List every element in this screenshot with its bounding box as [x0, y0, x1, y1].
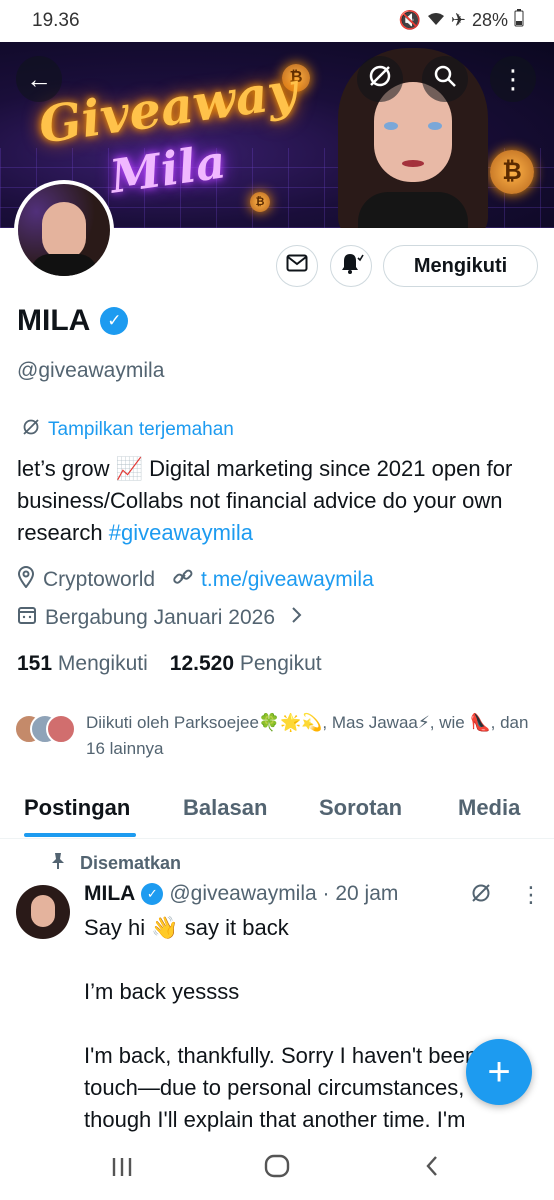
search-button[interactable]	[422, 56, 468, 102]
following-count: 151	[17, 652, 53, 675]
tab-postingan[interactable]: Postingan	[24, 795, 130, 821]
envelope-icon	[286, 254, 308, 278]
bio-text: let’s grow 📈 Digital marketing since 202…	[17, 456, 513, 545]
followers-count: 12.520	[169, 652, 235, 675]
bitcoin-coin-icon: ₿	[250, 192, 270, 212]
post-header: MILA ✓ @giveawaymila · 20 jam	[84, 882, 398, 906]
message-button[interactable]	[276, 245, 318, 287]
post-more-button[interactable]: ⋮	[520, 882, 542, 908]
profile-tabs: Postingan Balasan Sorotan Media	[0, 785, 554, 839]
chevron-right-icon	[291, 606, 303, 630]
banner-title-giveaway: Giveaway	[35, 60, 301, 155]
joined-row[interactable]: Bergabung Januari 2026	[17, 605, 303, 631]
search-icon	[433, 64, 457, 95]
profile-joined: Bergabung Januari 2026	[45, 606, 276, 629]
home-icon	[264, 1154, 290, 1178]
followed-by-row[interactable]: Diikuti oleh Parksoejee🍀🌟💫, Mas Jawaa⚡, …	[14, 710, 544, 762]
system-nav-bar	[0, 1140, 554, 1200]
more-vertical-icon: ⋮	[500, 63, 526, 94]
translate-bio-link[interactable]: Tampilkan terjemahan	[22, 418, 234, 441]
calendar-icon	[17, 605, 37, 631]
pin-icon	[50, 852, 66, 875]
profile-bio: let’s grow 📈 Digital marketing since 202…	[17, 453, 537, 549]
recent-apps-icon	[112, 1158, 132, 1176]
profile-meta-row: Cryptoworld t.me/giveawaymila	[17, 566, 374, 594]
back-nav-button[interactable]	[424, 1154, 440, 1185]
mute-icon: 🔇	[398, 10, 421, 30]
plus-icon: +	[487, 1049, 511, 1094]
battery-percent: 28%	[471, 10, 508, 30]
following-button[interactable]: Mengikuti	[383, 245, 538, 287]
active-tab-indicator	[24, 833, 136, 837]
back-button[interactable]: ←	[16, 56, 62, 102]
back-arrow-icon: ←	[26, 63, 52, 94]
verified-badge-icon: ✓	[141, 883, 164, 905]
profile-handle: @giveawaymila	[17, 359, 165, 382]
profile-location: Cryptoworld	[43, 568, 156, 591]
tab-media[interactable]: Media	[458, 795, 520, 821]
wifi-icon	[427, 10, 445, 31]
profile-avatar[interactable]	[14, 180, 114, 280]
post-text: Say hi 👋 say it back I’m back yessss I'm…	[84, 912, 524, 1168]
pinned-label: Disematkan	[80, 853, 182, 873]
post-handle-time: @giveawaymila · 20 jam	[169, 882, 399, 905]
location-icon	[17, 566, 35, 594]
translate-label: Tampilkan terjemahan	[48, 418, 234, 440]
notification-button[interactable]	[330, 245, 372, 287]
compose-post-button[interactable]: +	[466, 1039, 532, 1105]
pinned-label-row: Disematkan	[50, 852, 181, 875]
post-author-avatar[interactable]	[16, 885, 70, 939]
following-label: Mengikuti	[57, 652, 148, 675]
status-icons: 🔇 ✈ 28%	[398, 9, 524, 32]
translate-profile-button[interactable]	[357, 56, 403, 102]
translate-icon	[472, 884, 490, 902]
followed-by-text: Diikuti oleh Parksoejee🍀🌟💫, Mas Jawaa⚡, …	[86, 713, 529, 758]
followers-label: Pengikut	[239, 652, 322, 675]
profile-name-row: MILA ✓	[17, 304, 129, 338]
bell-icon	[338, 251, 364, 281]
tab-sorotan[interactable]: Sorotan	[319, 795, 402, 821]
recent-apps-button[interactable]	[110, 1154, 134, 1185]
airplane-icon: ✈	[450, 10, 466, 30]
status-time: 19.36	[32, 10, 80, 31]
profile-name: MILA	[17, 304, 91, 337]
post-line: I’m back yessss	[84, 979, 240, 1004]
bio-hashtag-link[interactable]: #giveawaymila	[109, 520, 253, 545]
chevron-left-icon	[426, 1156, 437, 1176]
followers-stat[interactable]: 12.520 Pengikut	[170, 652, 322, 676]
profile-link[interactable]: t.me/giveawaymila	[201, 568, 374, 592]
more-vertical-icon: ⋮	[520, 882, 542, 907]
status-bar: 19.36 🔇 ✈ 28%	[0, 0, 554, 42]
post-translate-button[interactable]	[470, 882, 492, 910]
followed-by-avatars	[14, 710, 76, 746]
link-icon	[173, 567, 193, 593]
more-button[interactable]: ⋮	[490, 56, 536, 102]
battery-icon	[514, 9, 524, 32]
avatar	[46, 714, 76, 744]
post-line: Say hi 👋 say it back	[84, 915, 289, 940]
translate-icon	[367, 63, 393, 96]
home-button[interactable]	[264, 1154, 290, 1185]
tab-balasan[interactable]: Balasan	[183, 795, 267, 821]
profile-stats: 151 Mengikuti 12.520 Pengikut	[17, 652, 322, 676]
translate-icon	[22, 418, 40, 441]
verified-badge-icon[interactable]: ✓	[100, 307, 129, 335]
following-stat[interactable]: 151 Mengikuti	[17, 652, 148, 676]
post-author-name[interactable]: MILA	[84, 882, 135, 906]
bitcoin-coin-icon: ₿	[490, 150, 534, 194]
post-line: I'm back, thankfully. Sorry I haven't be…	[84, 1043, 501, 1132]
